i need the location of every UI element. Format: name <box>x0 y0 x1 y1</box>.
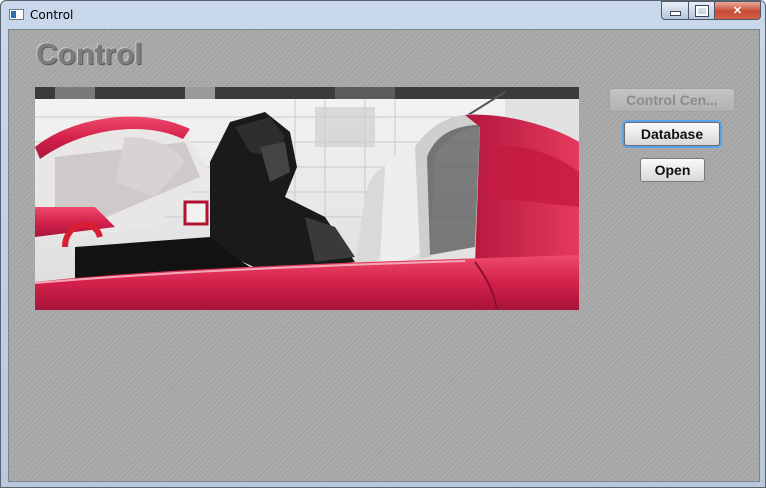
window-title: Control <box>30 8 74 22</box>
maximize-button[interactable] <box>688 1 714 20</box>
close-icon: ✕ <box>732 5 743 17</box>
client-area: Control Control Cen... Database Open <box>8 29 760 482</box>
window-controls: ✕ <box>661 1 761 21</box>
app-window: Control ✕ Control Control Cen... Databas… <box>0 0 766 488</box>
minimize-icon <box>669 11 681 16</box>
control-center-button[interactable]: Control Cen... <box>609 88 735 112</box>
car-scene-image <box>35 87 579 310</box>
page-title: Control <box>36 38 143 71</box>
title-bar[interactable]: Control ✕ <box>1 1 765 29</box>
maximize-icon <box>694 4 709 17</box>
video-frame[interactable] <box>35 87 579 310</box>
close-button[interactable]: ✕ <box>714 1 761 20</box>
open-button[interactable]: Open <box>640 158 705 182</box>
app-icon <box>9 9 24 20</box>
database-button[interactable]: Database <box>624 122 720 146</box>
minimize-button[interactable] <box>661 1 688 20</box>
